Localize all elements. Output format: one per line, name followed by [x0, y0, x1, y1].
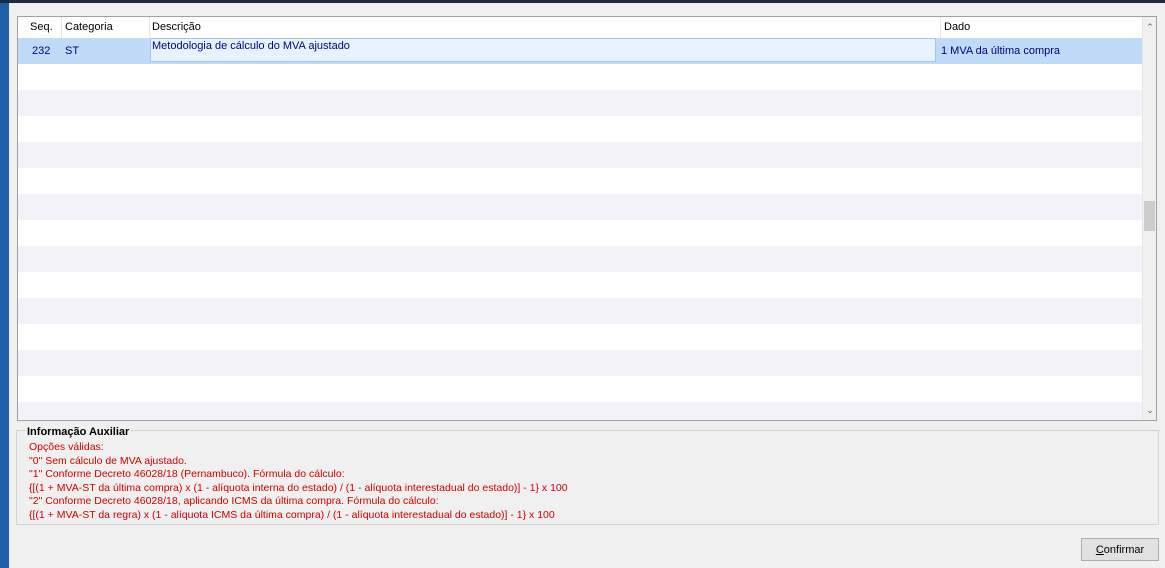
table-row-empty: [18, 90, 1142, 116]
table-row-empty: [18, 194, 1142, 220]
cell-dado[interactable]: 1 MVA da última compra: [941, 38, 1060, 64]
auxiliary-info-panel: Informação Auxiliar Opções válidas: "0" …: [16, 426, 1159, 525]
table-row-empty: [18, 220, 1142, 246]
scroll-up-icon[interactable]: ⌃: [1143, 19, 1156, 35]
scroll-down-icon[interactable]: ⌄: [1143, 402, 1156, 418]
confirm-accelerator: C: [1095, 543, 1104, 556]
vertical-scrollbar[interactable]: ⌃ ⌄: [1142, 17, 1156, 420]
table-row-empty: [18, 376, 1142, 402]
cell-categoria: ST: [65, 45, 80, 57]
info-line: "0" Sem cálculo de MVA ajustado.: [29, 454, 187, 467]
table-row-empty: [18, 246, 1142, 272]
table-row-empty: [18, 64, 1142, 90]
descricao-edit-field[interactable]: Metodologia de cálculo do MVA ajustado: [150, 38, 936, 62]
column-header-dado[interactable]: Dado: [941, 17, 1142, 38]
table-row-empty: [18, 402, 1142, 420]
grid-rows: 232 ST Metodologia de cálculo do MVA aju…: [18, 38, 1142, 420]
auxiliary-info-title: Informação Auxiliar: [25, 426, 132, 438]
window-top-border: [0, 0, 1165, 3]
table-row-empty: [18, 116, 1142, 142]
info-line: Opções válidas:: [29, 441, 104, 453]
info-line: "2" Conforme Decreto 46028/18, aplicando…: [29, 495, 439, 507]
table-row-empty: [18, 324, 1142, 350]
column-header-categoria[interactable]: Categoria: [62, 17, 150, 38]
auxiliary-info-text: Opções válidas: "0" Sem cálculo de MVA a…: [29, 441, 568, 522]
window-left-border: [0, 3, 9, 568]
cell-seq: 232: [32, 45, 51, 57]
table-row-empty: [18, 168, 1142, 194]
grid-header: Seq. Categoria Descrição Dado: [18, 17, 1142, 39]
table-row-empty: [18, 272, 1142, 298]
table-row-empty: [18, 298, 1142, 324]
info-line: {[(1 + MVA-ST da última compra) x (1 - a…: [29, 481, 568, 494]
table-row-empty: [18, 350, 1142, 376]
info-line: "1" Conforme Decreto 46028/18 (Pernambuc…: [29, 468, 345, 480]
column-header-seq[interactable]: Seq.: [18, 17, 62, 38]
info-line: {[(1 + MVA-ST da regra) x (1 - alíquota …: [29, 508, 555, 521]
table-row-empty: [18, 142, 1142, 168]
column-header-descricao[interactable]: Descrição: [150, 17, 941, 38]
scroll-thumb[interactable]: [1144, 201, 1155, 231]
table-row-selected[interactable]: 232 ST Metodologia de cálculo do MVA aju…: [18, 38, 1142, 64]
confirm-button[interactable]: Confirmar: [1081, 538, 1159, 561]
confirm-label: onfirmar: [1103, 543, 1145, 556]
parameters-grid[interactable]: Seq. Categoria Descrição Dado 232 ST Met…: [17, 16, 1157, 421]
